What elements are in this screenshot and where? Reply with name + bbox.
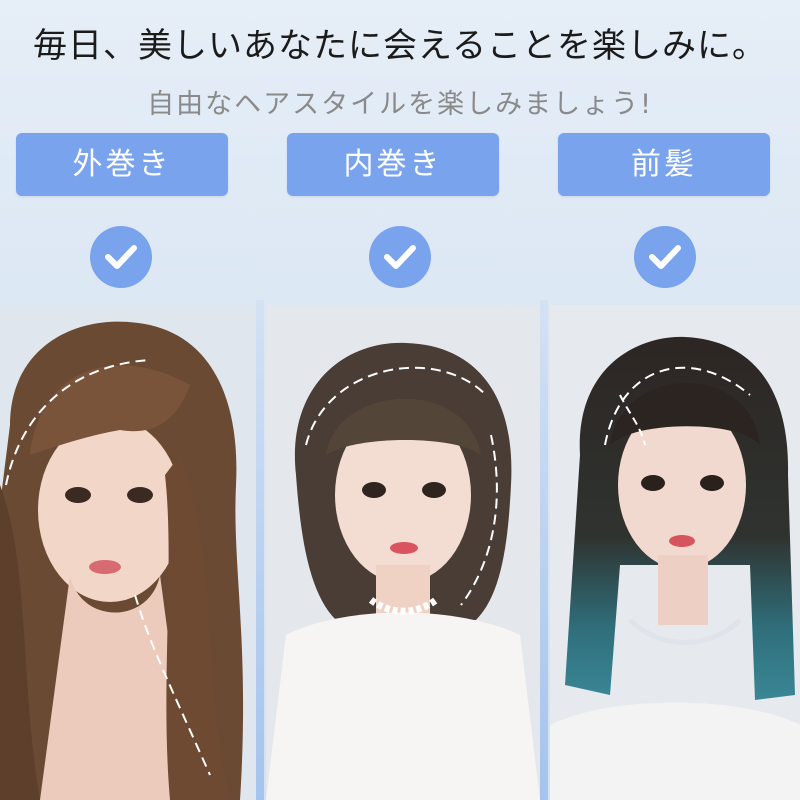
photo-bangs-model	[550, 305, 800, 800]
photo-inward-curl-model	[266, 305, 540, 800]
headline: 毎日、美しいあなたに会えることを楽しみに。	[33, 26, 767, 66]
style-tag-inward-curl: 内巻き	[287, 133, 499, 196]
style-tag-outward-curl: 外巻き	[16, 133, 228, 196]
column-divider	[540, 300, 548, 800]
check-circle-icon	[369, 226, 431, 288]
style-tag-bangs: 前髪	[558, 133, 770, 196]
photo-outward-curl-model	[0, 305, 256, 800]
column-divider	[256, 300, 264, 800]
check-circle-icon	[634, 226, 696, 288]
subheadline: 自由なヘアスタイルを楽しみましょう!	[147, 89, 653, 120]
check-circle-icon	[90, 226, 152, 288]
